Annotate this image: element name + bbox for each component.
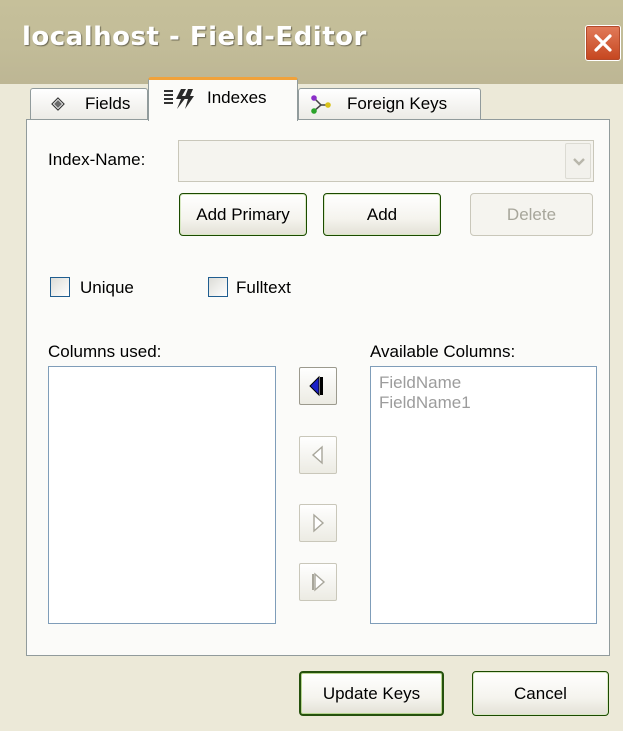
add-button[interactable]: Add	[323, 193, 441, 236]
index-name-dropdown-button[interactable]	[565, 143, 591, 179]
chevron-down-icon	[573, 158, 585, 166]
columns-used-label: Columns used:	[48, 342, 162, 361]
move-all-left-button[interactable]	[299, 367, 337, 405]
tab-foreign-keys[interactable]: Foreign Keys	[298, 88, 481, 119]
double-arrow-left-icon	[309, 375, 323, 397]
available-columns-label: Available Columns:	[370, 342, 516, 361]
update-keys-button[interactable]: Update Keys	[299, 671, 444, 716]
tab-fields-label: Fields	[85, 94, 131, 113]
foreign-key-icon	[311, 95, 331, 114]
arrow-left-icon	[311, 445, 323, 465]
move-right-button[interactable]	[299, 504, 337, 542]
arrow-right-icon	[313, 513, 325, 533]
diamond-icon	[51, 97, 65, 111]
delete-button[interactable]: Delete	[470, 193, 593, 236]
index-lightning-icon	[164, 89, 194, 109]
fulltext-label: Fulltext	[236, 278, 291, 297]
double-arrow-right-icon	[312, 572, 326, 592]
close-button[interactable]	[585, 25, 621, 61]
list-item[interactable]: FieldName	[379, 373, 461, 393]
fulltext-checkbox[interactable]	[208, 277, 228, 297]
tab-indexes-label: Indexes	[207, 88, 267, 107]
close-icon	[594, 34, 612, 52]
move-all-right-button[interactable]	[299, 563, 337, 601]
tab-indexes[interactable]: Indexes	[148, 77, 298, 121]
move-left-button[interactable]	[299, 436, 337, 474]
cancel-button[interactable]: Cancel	[472, 671, 609, 716]
add-primary-button[interactable]: Add Primary	[179, 193, 307, 236]
tab-foreign-keys-label: Foreign Keys	[347, 94, 448, 113]
columns-used-list[interactable]	[48, 366, 276, 624]
available-columns-list[interactable]: FieldName FieldName1	[370, 366, 597, 624]
window-title: localhost - Field-Editor	[22, 22, 367, 52]
index-name-combobox[interactable]	[178, 140, 594, 182]
tab-fields[interactable]: Fields	[30, 88, 148, 119]
index-name-label: Index-Name:	[48, 150, 146, 169]
unique-checkbox[interactable]	[50, 277, 70, 297]
title-bar[interactable]: localhost - Field-Editor	[0, 0, 623, 84]
unique-label: Unique	[80, 278, 134, 297]
field-editor-window: localhost - Field-Editor Fields Indexes	[0, 0, 623, 731]
list-item[interactable]: FieldName1	[379, 393, 471, 413]
